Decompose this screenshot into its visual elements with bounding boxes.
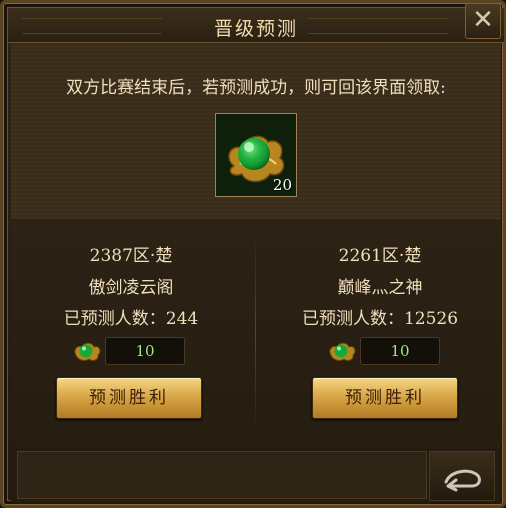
return-arrow-icon <box>444 469 481 492</box>
green-gem-icon <box>329 342 356 361</box>
reward-section: 双方比赛结束后，若预测成功，则可回该界面领取: 20 <box>11 43 501 219</box>
green-gem-icon <box>74 342 101 361</box>
close-button[interactable]: ✕ <box>465 3 501 39</box>
panel-title: 晋级预测 <box>213 18 298 40</box>
team-server: 2387区·楚 <box>89 246 173 266</box>
footer-empty-field <box>17 451 427 499</box>
predict-win-button[interactable]: 预测胜利 <box>56 377 202 419</box>
team-name: 傲剑凌云阁 <box>88 278 174 298</box>
reward-count: 20 <box>272 176 292 194</box>
predict-count: 已预测人数：12526 <box>301 309 459 329</box>
reward-item-slot[interactable]: 20 <box>215 113 297 197</box>
team-server: 2261区·楚 <box>338 246 422 266</box>
bet-amount: 10 <box>360 337 440 365</box>
back-button[interactable] <box>429 451 495 501</box>
predict-win-button[interactable]: 预测胜利 <box>312 377 458 419</box>
bet-amount: 10 <box>105 337 185 365</box>
team-name: 巅峰灬之神 <box>337 278 423 298</box>
teams-divider <box>255 229 256 434</box>
predict-panel: 晋级预测 ✕ 双方比赛结束后，若预测成功，则可回该界面领取: 20 2387区·… <box>0 0 506 508</box>
panel-header: 晋级预测 <box>8 8 504 43</box>
reward-description: 双方比赛结束后，若预测成功，则可回该界面领取: <box>66 78 446 98</box>
team-left: 2387区·楚 傲剑凌云阁 已预测人数：244 10 预测胜利 <box>11 229 251 429</box>
team-right: 2261区·楚 巅峰灬之神 已预测人数：12526 10 预测胜利 <box>260 229 500 429</box>
footer-bar <box>11 447 501 503</box>
close-icon: ✕ <box>472 5 494 35</box>
predict-count: 已预测人数：244 <box>63 309 199 329</box>
